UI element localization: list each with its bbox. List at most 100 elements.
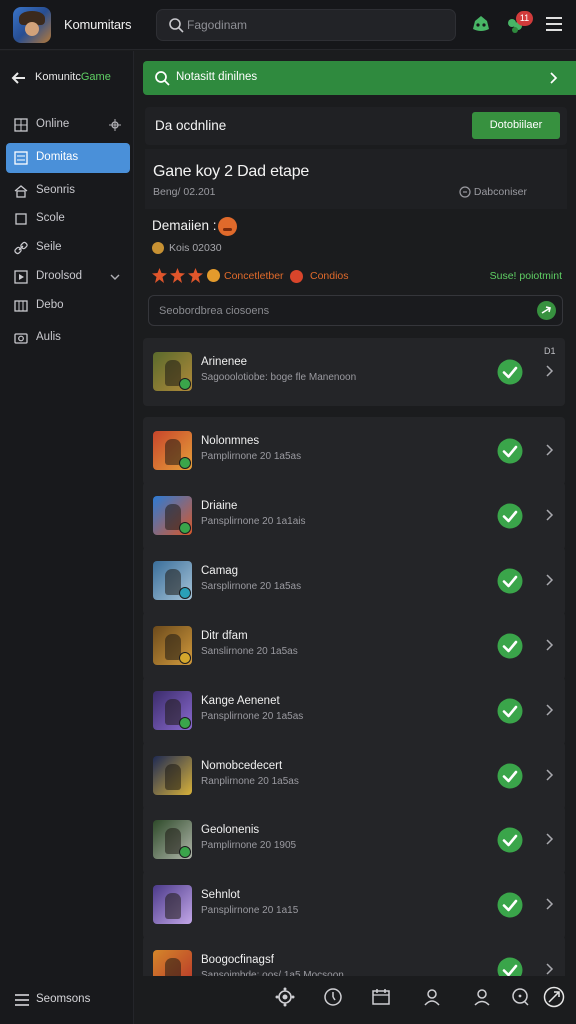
check-circle-icon[interactable] [497, 503, 523, 529]
user-search-icon[interactable] [422, 986, 444, 1008]
verified-badge-icon [179, 378, 191, 390]
list-item-meta: Sagooolotiobe: boge fle Manenoon [201, 372, 357, 383]
verified-badge-icon [179, 717, 191, 729]
check-circle-icon[interactable] [497, 568, 523, 594]
back-label-accent: Game [80, 71, 111, 83]
go-arrow-icon[interactable] [537, 301, 556, 320]
search-icon [155, 71, 170, 86]
back-button[interactable]: KomunitcGame [10, 67, 130, 89]
calendar-icon[interactable] [370, 986, 392, 1008]
list-item[interactable]: Arinenee Sagooolotiobe: boge fle Manenoon… [143, 338, 565, 406]
user-icon[interactable] [471, 986, 493, 1008]
clock-icon[interactable] [322, 986, 344, 1008]
help-icon[interactable] [509, 986, 531, 1008]
check-circle-icon[interactable] [497, 438, 523, 464]
chevron-right-icon[interactable] [543, 704, 555, 716]
check-circle-icon[interactable] [497, 763, 523, 789]
list-item-meta: Pansplirnone 20 1a1ais [201, 516, 306, 527]
chevron-right-icon[interactable] [543, 639, 555, 651]
sidebar-item-droolsod[interactable]: Droolsod [6, 262, 130, 292]
chevron-right-icon[interactable] [543, 769, 555, 781]
section-action-button[interactable]: Dotobiilaer [472, 112, 560, 139]
settings-icon[interactable] [274, 986, 296, 1008]
top-bar: Komumitars 11 [0, 0, 576, 50]
check-circle-icon[interactable] [497, 892, 523, 918]
check-circle-icon[interactable] [497, 698, 523, 724]
list-item[interactable]: Nolonmnes Pamplirnone 20 1a5as [143, 417, 565, 485]
game-status: Dabconiser [473, 186, 527, 198]
player-title: Demaiien : [152, 218, 217, 233]
sidebar-item-domitas[interactable]: Domitas [6, 143, 130, 173]
chevron-right-icon[interactable] [543, 444, 555, 456]
sidebar: KomunitcGame Online Domitas Seonris Scol… [0, 51, 134, 1024]
notification-banner[interactable]: Notasitt dinilnes [143, 61, 576, 95]
smile-icon [207, 269, 220, 282]
list-item-name: Geolonenis [201, 824, 260, 836]
sidebar-item-label: Domitas [36, 151, 79, 163]
info-icon [459, 186, 471, 198]
list-item[interactable]: Camag Sarsplirnone 20 1a5as [143, 547, 565, 615]
home-icon [14, 185, 28, 198]
sidebar-item-label: Aulis [36, 331, 61, 343]
filter-input[interactable] [159, 296, 529, 325]
list-item[interactable]: Driaine Pansplirnone 20 1a1ais [143, 482, 565, 550]
check-circle-icon[interactable] [497, 827, 523, 853]
game-thumbnail [153, 352, 192, 391]
check-circle-icon[interactable] [497, 359, 523, 385]
sidebar-item-online[interactable]: Online [6, 110, 130, 140]
game-thumbnail [153, 561, 192, 600]
sidebar-item-label: Droolsod [36, 270, 83, 282]
controller-icon[interactable] [469, 12, 493, 36]
game-thumbnail [153, 431, 192, 470]
list-item-name: Kange Aenenet [201, 695, 280, 707]
notification-badge: 11 [516, 11, 533, 26]
list-item[interactable]: Sehnlot Pansplirnone 20 1a15 [143, 871, 565, 939]
chevron-right-icon[interactable] [543, 898, 555, 910]
sidebar-footer-label: Seomsons [36, 993, 91, 1005]
compass-icon[interactable] [543, 986, 565, 1008]
chevron-right-icon[interactable] [543, 963, 555, 975]
search-box[interactable] [156, 9, 456, 41]
sidebar-item-label: Seile [36, 241, 62, 253]
chevron-down-icon[interactable] [108, 270, 122, 284]
app-logo[interactable] [13, 7, 51, 43]
check-circle-icon[interactable] [497, 633, 523, 659]
list-item[interactable]: Ditr dfam Sanslirnone 20 1a5as [143, 612, 565, 680]
verified-badge-icon [179, 587, 191, 599]
menu-icon[interactable] [542, 12, 566, 36]
player-subtitle: Kois 02030 [169, 242, 222, 254]
sidebar-item-seile[interactable]: Seile [6, 233, 130, 263]
banner-label: Notasitt dinilnes [176, 71, 258, 83]
character-figure [165, 893, 181, 919]
game-thumbnail [153, 756, 192, 795]
stat-label-c: Suse! poiotmint [489, 270, 562, 282]
back-label: KomunitcGame [35, 71, 111, 83]
chevron-right-icon[interactable] [543, 574, 555, 586]
list-item[interactable]: Nomobcedecert Ranplirnone 20 1a5as [143, 742, 565, 810]
sidebar-item-aulis[interactable]: Aulis [6, 323, 130, 353]
list-item[interactable]: Geolonenis Pamplirnone 20 1905 [143, 806, 565, 874]
chevron-right-icon [550, 72, 558, 84]
sidebar-footer-button[interactable]: Seomsons [14, 991, 124, 1011]
sidebar-item-scole[interactable]: Scole [6, 204, 130, 234]
filter-box[interactable] [148, 295, 563, 326]
list-item-name: Ditr dfam [201, 630, 248, 642]
bottom-bar [134, 976, 576, 1024]
search-input[interactable] [187, 10, 447, 40]
sidebar-item-label: Seonris [36, 184, 75, 196]
app-title: Komumitars [64, 17, 132, 32]
sidebar-item-seonris[interactable]: Seonris [6, 176, 130, 206]
list-item-name: Nolonmnes [201, 435, 260, 447]
chevron-right-icon[interactable] [543, 509, 555, 521]
verified-badge-icon [179, 522, 191, 534]
list-item[interactable]: Kange Aenenet Pansplirnone 20 1a5as [143, 677, 565, 745]
play-icon [14, 270, 28, 284]
character-figure [165, 764, 181, 790]
list-item-tag: D1 [544, 346, 556, 356]
chevron-right-icon[interactable] [543, 833, 555, 845]
settings-small-icon[interactable] [108, 118, 122, 132]
chevron-right-icon[interactable] [543, 365, 555, 377]
sidebar-item-debo[interactable]: Debo [6, 291, 130, 321]
square-icon [15, 213, 27, 225]
coin-icon [152, 242, 164, 254]
